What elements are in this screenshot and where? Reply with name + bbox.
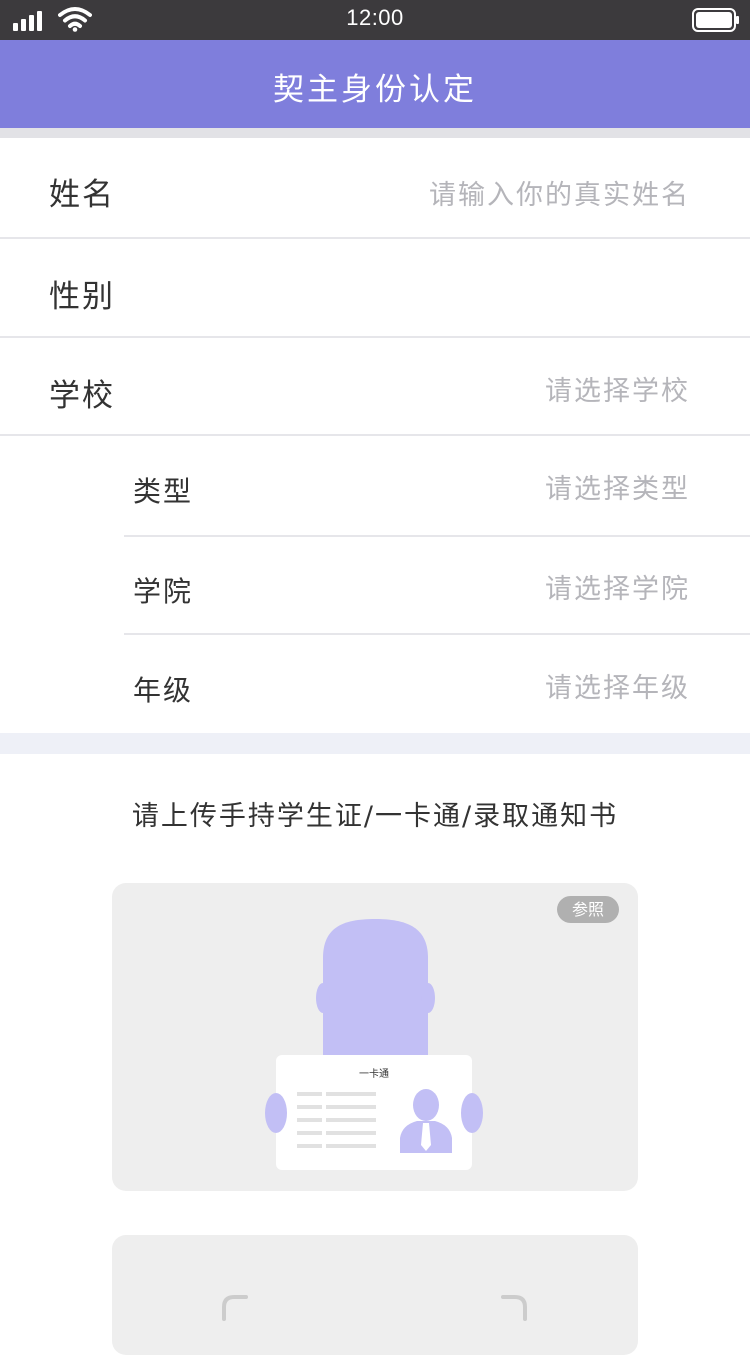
section-spacer <box>0 733 750 754</box>
upload-frame-icon <box>222 1295 527 1321</box>
upload-instructions: 请上传手持学生证/一卡通/录取通知书 <box>131 801 619 832</box>
type-row[interactable]: 类型 请选择类型 <box>0 436 750 535</box>
name-input[interactable]: 请输入你的真实姓名 <box>429 173 690 212</box>
type-select[interactable]: 请选择类型 <box>545 467 690 506</box>
page-title: 契主身份认定 <box>273 72 477 108</box>
nav-bar: 契主身份认定 <box>0 40 750 128</box>
battery-icon <box>692 8 739 32</box>
status-bar: 12:00 <box>0 0 750 40</box>
grade-row[interactable]: 年级 请选择年级 <box>0 635 750 733</box>
grade-label: 年级 <box>133 674 194 707</box>
section-spacer <box>0 128 750 138</box>
school-row[interactable]: 学校 请选择学校 <box>0 338 750 434</box>
college-select[interactable]: 请选择学院 <box>545 567 690 606</box>
school-label: 学校 <box>49 378 115 414</box>
sample-photo-card: 参照 一卡通 <box>112 883 638 1191</box>
name-row[interactable]: 姓名 请输入你的真实姓名 <box>0 138 750 237</box>
type-label: 类型 <box>133 475 194 508</box>
grade-select[interactable]: 请选择年级 <box>545 666 690 705</box>
gender-row[interactable]: 性别 <box>0 239 750 336</box>
photo-upload-area[interactable] <box>112 1235 638 1355</box>
college-row[interactable]: 学院 请选择学院 <box>0 537 750 633</box>
school-select[interactable]: 请选择学校 <box>545 369 690 408</box>
name-label: 姓名 <box>49 177 115 213</box>
sample-card-label: 一卡通 <box>359 1069 389 1080</box>
college-label: 学院 <box>133 575 194 608</box>
status-time: 12:00 <box>346 5 404 30</box>
gender-label: 性别 <box>49 279 115 315</box>
person-holding-card-illustration <box>265 919 483 1170</box>
